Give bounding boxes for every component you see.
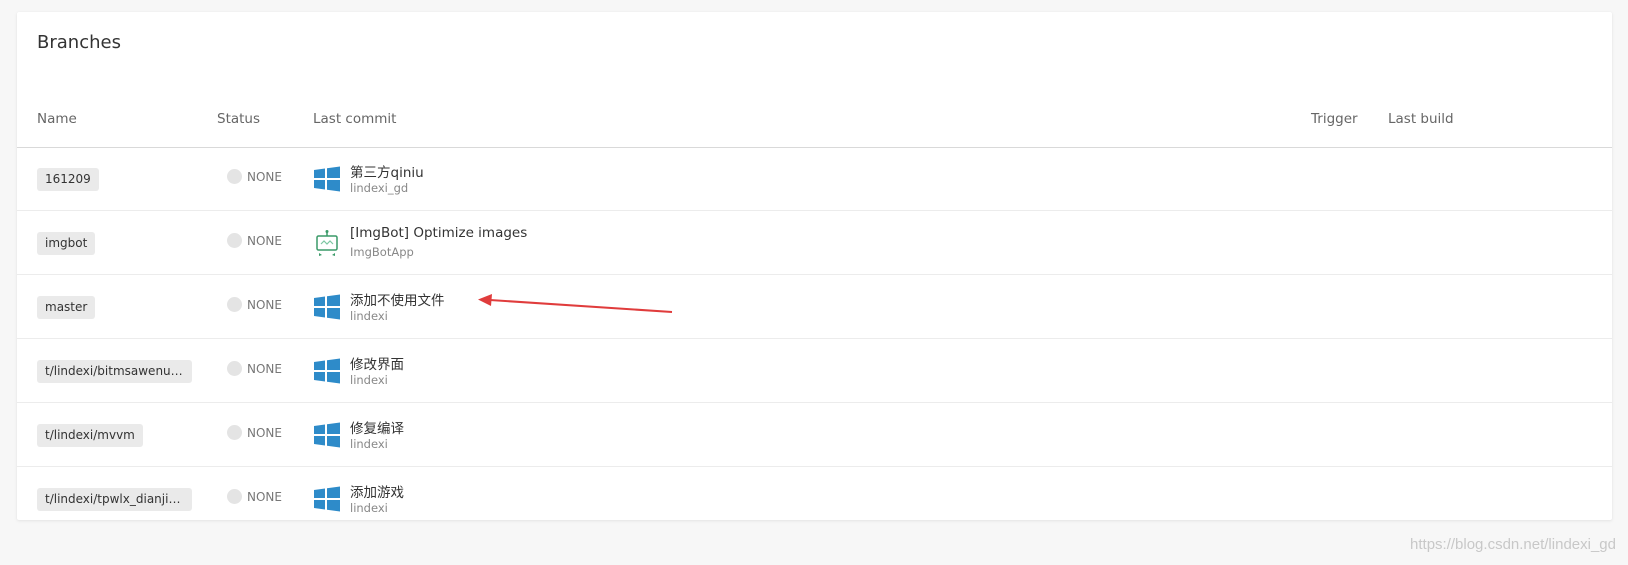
commit-author: lindexi (350, 501, 388, 515)
column-header-trigger[interactable]: Trigger (1311, 111, 1358, 127)
status-indicator: NONE (227, 169, 282, 184)
status-indicator: NONE (227, 233, 282, 248)
branch-name-badge[interactable]: t/lindexi/bitmsawenurLisvo... (37, 360, 192, 383)
status-indicator: NONE (227, 425, 282, 440)
column-header-status[interactable]: Status (217, 111, 260, 127)
status-text: NONE (247, 297, 282, 312)
table-row[interactable]: master NONE 添加不使用文件 lindexi (17, 275, 1612, 339)
commit-message[interactable]: [ImgBot] Optimize images (350, 225, 527, 241)
status-indicator: NONE (227, 297, 282, 312)
branches-card: Branches Name Status Last commit Trigger… (17, 12, 1612, 520)
windows-logo-icon[interactable] (313, 293, 341, 321)
column-header-last-build[interactable]: Last build (1388, 111, 1454, 127)
column-header-name[interactable]: Name (37, 111, 77, 127)
status-dot-icon (227, 169, 242, 184)
status-dot-icon (227, 489, 242, 504)
watermark-text: https://blog.csdn.net/lindexi_gd (1410, 536, 1616, 553)
branch-name-badge[interactable]: t/lindexi/mvvm (37, 424, 143, 447)
commit-message[interactable]: 第三方qiniu (350, 161, 424, 181)
branches-table-body: 161209 NONE 第三方qiniu lindexi_gd imgbot N… (17, 147, 1612, 530)
branch-name-badge[interactable]: master (37, 296, 96, 319)
table-row[interactable]: 161209 NONE 第三方qiniu lindexi_gd (17, 147, 1612, 211)
commit-author: lindexi_gd (350, 181, 409, 195)
commit-message[interactable]: 添加游戏 (350, 481, 404, 501)
status-dot-icon (227, 361, 242, 376)
status-text: NONE (247, 489, 282, 504)
commit-author: lindexi (350, 309, 388, 323)
commit-message[interactable]: 修改界面 (350, 353, 404, 373)
windows-logo-icon[interactable] (313, 357, 341, 385)
branch-name-badge[interactable]: imgbot (37, 232, 96, 255)
table-row[interactable]: t/lindexi/tpwlx_dianji_shenji... NONE 添加… (17, 467, 1612, 530)
branch-name-badge[interactable]: 161209 (37, 168, 99, 191)
commit-author: ImgBotApp (350, 245, 414, 259)
table-row[interactable]: t/lindexi/bitmsawenurLisvo... NONE 修改界面 … (17, 339, 1612, 403)
status-dot-icon (227, 425, 242, 440)
imgbot-robot-icon[interactable] (313, 229, 341, 257)
commit-message[interactable]: 修复编译 (350, 417, 404, 437)
status-dot-icon (227, 297, 242, 312)
table-header: Name Status Last commit Trigger Last bui… (17, 98, 1612, 148)
windows-logo-icon[interactable] (313, 165, 341, 193)
commit-author: lindexi (350, 373, 388, 387)
branch-name-badge[interactable]: t/lindexi/tpwlx_dianji_shenji... (37, 488, 192, 511)
status-text: NONE (247, 425, 282, 440)
table-row[interactable]: imgbot NONE [ImgBot] Optimize images Img… (17, 211, 1612, 275)
windows-logo-icon[interactable] (313, 485, 341, 513)
column-header-last-commit[interactable]: Last commit (313, 111, 396, 127)
status-dot-icon (227, 233, 242, 248)
status-indicator: NONE (227, 489, 282, 504)
commit-message[interactable]: 添加不使用文件 (350, 289, 445, 309)
table-row[interactable]: t/lindexi/mvvm NONE 修复编译 lindexi (17, 403, 1612, 467)
windows-logo-icon[interactable] (313, 421, 341, 449)
status-text: NONE (247, 361, 282, 376)
status-indicator: NONE (227, 361, 282, 376)
commit-author: lindexi (350, 437, 388, 451)
page-title: Branches (37, 32, 121, 53)
status-text: NONE (247, 233, 282, 248)
status-text: NONE (247, 169, 282, 184)
